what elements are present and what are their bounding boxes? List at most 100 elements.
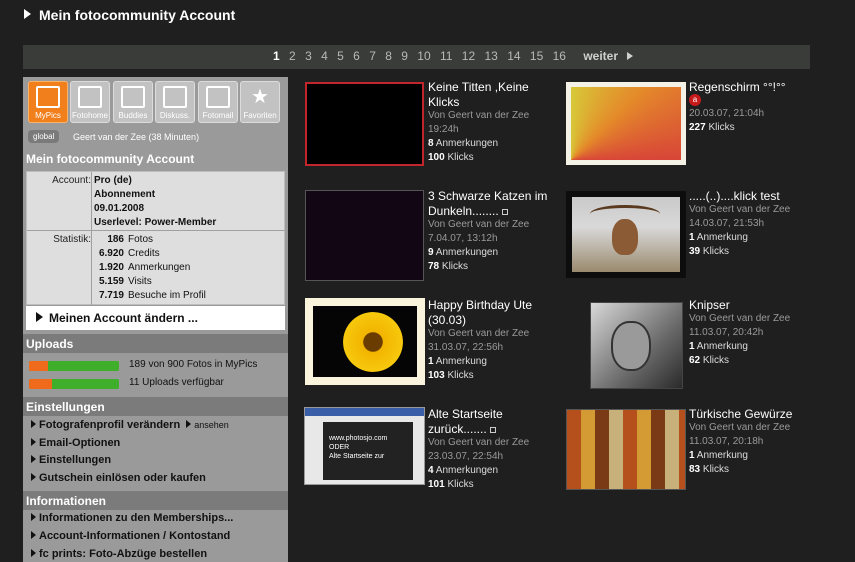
photo-title[interactable]: Happy Birthday Ute (30.03) [428,298,553,328]
settings-link-settings-label: Einstellungen [39,454,112,466]
pagination: 1 2 3 4 5 6 7 8 9 10 11 12 13 14 15 16 w… [273,49,645,63]
photo-date: 11.03.07, 20:42h [689,327,764,338]
stat-credits: 6.920 Credits [98,248,160,259]
next-page-label: weiter [583,49,618,63]
uploads-text-1: 189 von 900 Fotos in MyPics [129,359,258,370]
page-link-11[interactable]: 11 [440,49,452,63]
discussion-icon [163,86,187,108]
photo-thumbnail[interactable] [566,191,686,278]
gallery-icon [501,209,508,215]
change-account-button[interactable]: Meinen Account ändern ... [26,306,285,330]
photo-notes: 8 Anmerkungen [428,138,499,149]
award-icon: a [689,94,701,106]
account-key: Account: [52,175,91,186]
mail-icon [206,86,230,108]
page-link-14[interactable]: 14 [507,49,520,63]
page-link-8[interactable]: 8 [385,49,392,63]
page-link-13[interactable]: 13 [485,49,498,63]
settings-link-profile[interactable]: Fotografenprofil verändern ansehen [31,419,229,431]
info-link-account[interactable]: Account-Informationen / Kontostand [31,530,230,542]
uploads-bar-2 [29,379,119,389]
fotohome-icon [78,86,102,108]
stat-fotos: 186 Fotos [107,234,154,245]
info-link-prints-label: fc prints: Foto-Abzüge bestellen [39,548,208,560]
photo-clicks: 100 Klicks [428,152,474,163]
stats-values: 186 Fotos 6.920 Credits 1.920 Anmerkungen 5… [94,231,206,303]
info-link-prints[interactable]: fc prints: Foto-Abzüge bestellen [31,548,207,560]
divider [91,231,92,306]
photo-date: 7.04.07, 13:12h [428,233,498,244]
flower-image [313,306,417,377]
next-page-link[interactable]: weiter [583,49,639,63]
photo-thumbnail[interactable] [590,302,683,389]
photo-thumbnail[interactable] [305,190,424,281]
page-link-12[interactable]: 12 [462,49,475,63]
fotomail-button[interactable]: Fotomail [198,81,238,123]
uploads-header: Uploads [23,334,288,353]
photo-clicks: 83 Klicks [689,464,730,475]
page-link-2[interactable]: 2 [289,49,296,63]
page-link-16[interactable]: 16 [553,49,566,63]
photo-title[interactable]: .....(..)....klick test [689,189,814,204]
photo-thumbnail[interactable]: www.photosjo.com ODER Alte Startseite zur [304,407,425,485]
uploads-bar-2-fill [29,379,52,389]
umbrella-image [571,87,681,160]
settings-link-settings[interactable]: Einstellungen [31,454,111,466]
page-link-3[interactable]: 3 [305,49,312,63]
photo-author[interactable]: Von Geert van der Zee [689,421,790,435]
photo-title[interactable]: 3 Schwarze Katzen im Dunkeln........ [428,189,553,219]
fotohome-button[interactable]: Fotohome [70,81,110,123]
account-row: Account: Pro (de) Abonnement 09.01.2008 … [27,172,286,230]
settings-link-email[interactable]: Email-Optionen [31,437,120,449]
change-account-label: Meinen Account ändern ... [49,311,198,325]
info-link-memberships[interactable]: Informationen zu den Memberships... [31,512,233,524]
triangle-icon [31,420,36,428]
settings-link-email-label: Email-Optionen [39,437,121,449]
deer-antlers [590,205,660,223]
info-link-memberships-label: Informationen zu den Memberships... [39,512,234,524]
settings-link-profile-label: Fotografenprofil verändern [39,419,181,431]
divider [91,172,92,230]
photo-title[interactable]: Türkische Gewürze [689,407,814,422]
account-title: Mein fotocommunity Account [26,152,195,166]
page-link-7[interactable]: 7 [369,49,376,63]
photo-author[interactable]: Von Geert van der Zee [428,218,529,232]
page-link-4[interactable]: 4 [321,49,328,63]
discussion-button[interactable]: Diskuss. [155,81,195,123]
page-link-6[interactable]: 6 [353,49,360,63]
photo-author[interactable]: Von Geert van der Zee [689,312,790,326]
triangle-icon [31,513,36,521]
buddies-icon [121,86,145,108]
page-link-9[interactable]: 9 [401,49,408,63]
star-icon: ★ [251,86,269,108]
settings-link-voucher-label: Gutschein einlösen oder kaufen [39,472,206,484]
global-toggle[interactable]: global [28,130,60,143]
page-link-15[interactable]: 15 [530,49,543,63]
settings-link-voucher[interactable]: Gutschein einlösen oder kaufen [31,472,206,484]
favoriten-button[interactable]: ★ Favoriten [240,81,280,123]
ansehen-link[interactable]: ansehen [186,420,229,430]
page-link-5[interactable]: 5 [337,49,344,63]
photo-thumbnail[interactable] [305,298,425,385]
mypics-button[interactable]: MyPics [28,81,68,123]
ansehen-label: ansehen [194,420,229,430]
screenshot-titlebar [305,408,424,416]
stats-row: Statistik: 186 Fotos 6.920 Credits 1.920 An… [27,230,286,306]
photo-title[interactable]: Keine Titten ,Keine Klicks [428,80,553,110]
photo-author[interactable]: Von Geert van der Zee [428,327,529,341]
photo-author[interactable]: Von Geert van der Zee [428,436,529,450]
photo-title[interactable]: Alte Startseite zurück....... [428,407,553,437]
buddies-button[interactable]: Buddies [113,81,153,123]
page-link-1[interactable]: 1 [273,49,280,63]
account-plan: Pro (de) [94,175,132,186]
page-link-10[interactable]: 10 [417,49,430,63]
photo-clicks: 103 Klicks [428,370,474,381]
photo-thumbnail[interactable] [566,409,686,490]
photo-thumbnail[interactable] [305,82,424,166]
photo-title[interactable]: Knipser [689,298,814,313]
triangle-icon [31,549,36,557]
photo-author[interactable]: Von Geert van der Zee [689,203,790,217]
photo-author[interactable]: Von Geert van der Zee [428,109,529,123]
photo-thumbnail[interactable] [566,82,686,165]
photo-meta: Von Geert van der Zee 19:24h 8 Anmerkung… [428,109,529,165]
